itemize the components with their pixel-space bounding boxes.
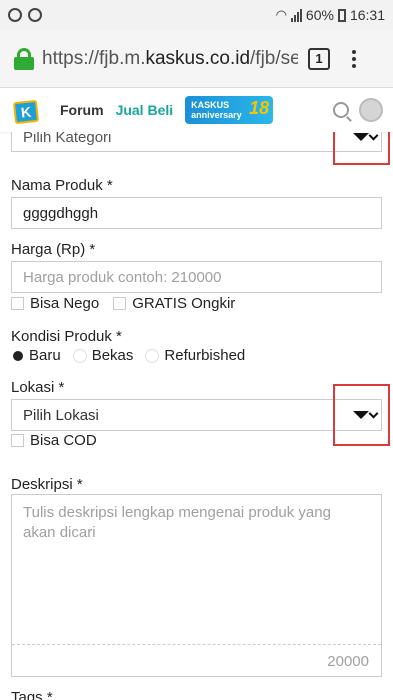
deskripsi-placeholder: Tulis deskripsi lengkap mengenai produk … xyxy=(23,504,331,541)
lokasi-select[interactable]: Pilih Lokasi xyxy=(11,399,382,431)
status-bar: ◠ 60% 16:31 xyxy=(0,0,393,30)
battery-icon xyxy=(337,8,346,22)
nav-forum-link[interactable]: Forum xyxy=(60,102,104,118)
bisa-cod-label: Bisa COD xyxy=(30,432,97,449)
highlight-box xyxy=(333,384,390,446)
avatar[interactable] xyxy=(359,98,383,122)
anniversary-badge[interactable]: KASKUS anniversary 18 xyxy=(185,96,274,124)
kondisi-label: Kondisi Produk * xyxy=(11,328,122,345)
deskripsi-textarea[interactable]: Tulis deskripsi lengkap mengenai produk … xyxy=(11,494,382,677)
anniversary-number: 18 xyxy=(249,98,270,118)
radio[interactable] xyxy=(145,348,160,363)
radio-selected[interactable] xyxy=(13,350,23,361)
nama-produk-input[interactable]: ggggdhggh xyxy=(11,197,382,229)
lock-icon xyxy=(14,47,34,70)
nav-jual-beli-link[interactable]: Jual Beli xyxy=(116,102,174,118)
battery-percent: 60% xyxy=(305,7,334,23)
bisa-cod-checkbox[interactable] xyxy=(11,434,24,447)
url-prefix: https://fjb.m. xyxy=(42,47,146,69)
harga-label: Harga (Rp) * xyxy=(11,241,96,258)
harga-placeholder: Harga produk contoh: 210000 xyxy=(23,268,222,286)
browser-url-bar: https://fjb.m.kaskus.co.id/fjb/sel 1 xyxy=(0,30,393,88)
divider xyxy=(12,644,381,645)
sync-icon xyxy=(28,8,42,22)
lokasi-label: Lokasi * xyxy=(11,379,65,396)
kategori-select[interactable]: Pilih Kategori xyxy=(11,132,382,152)
lokasi-value: Pilih Lokasi xyxy=(23,406,99,424)
bisa-nego-label: Bisa Nego xyxy=(30,295,100,312)
highlight-box xyxy=(333,132,390,165)
clock: 16:31 xyxy=(349,7,385,23)
sell-form: Pilih Kategori Nama Produk * ggggdhggh H… xyxy=(0,132,393,700)
gratis-ongkir-checkbox[interactable] xyxy=(113,297,127,310)
site-header: K Forum Jual Beli KASKUS anniversary 18 xyxy=(0,88,393,132)
gratis-ongkir-label: GRATIS Ongkir xyxy=(132,295,236,312)
url-suffix: /fjb/sel xyxy=(250,47,298,69)
kondisi-radio-group: Baru Bekas Refurbished xyxy=(11,347,257,364)
notification-icon xyxy=(8,8,22,22)
deskripsi-label: Deskripsi * xyxy=(11,476,83,493)
nama-produk-label: Nama Produk * xyxy=(11,177,113,194)
url-domain: kaskus.co.id xyxy=(145,47,251,69)
search-icon[interactable] xyxy=(333,102,349,118)
kategori-value: Pilih Kategori xyxy=(23,132,112,146)
signal-icon xyxy=(290,8,302,22)
tab-switcher-button[interactable]: 1 xyxy=(308,47,330,70)
harga-input[interactable]: Harga produk contoh: 210000 xyxy=(11,261,382,293)
kaskus-logo[interactable]: K xyxy=(10,95,46,125)
url-field[interactable]: https://fjb.m.kaskus.co.id/fjb/sel xyxy=(42,48,298,70)
kondisi-option-baru[interactable]: Baru xyxy=(11,347,61,364)
kondisi-option-refurbished[interactable]: Refurbished xyxy=(145,347,245,364)
char-counter: 20000 xyxy=(327,653,369,670)
kondisi-option-bekas[interactable]: Bekas xyxy=(72,347,133,364)
tags-label: Tags * xyxy=(11,689,53,700)
wifi-icon: ◠ xyxy=(275,7,287,22)
nama-produk-value: ggggdhggh xyxy=(23,204,99,222)
radio[interactable] xyxy=(72,348,87,363)
bisa-nego-checkbox[interactable] xyxy=(11,297,24,310)
overflow-menu-icon[interactable] xyxy=(352,49,356,68)
